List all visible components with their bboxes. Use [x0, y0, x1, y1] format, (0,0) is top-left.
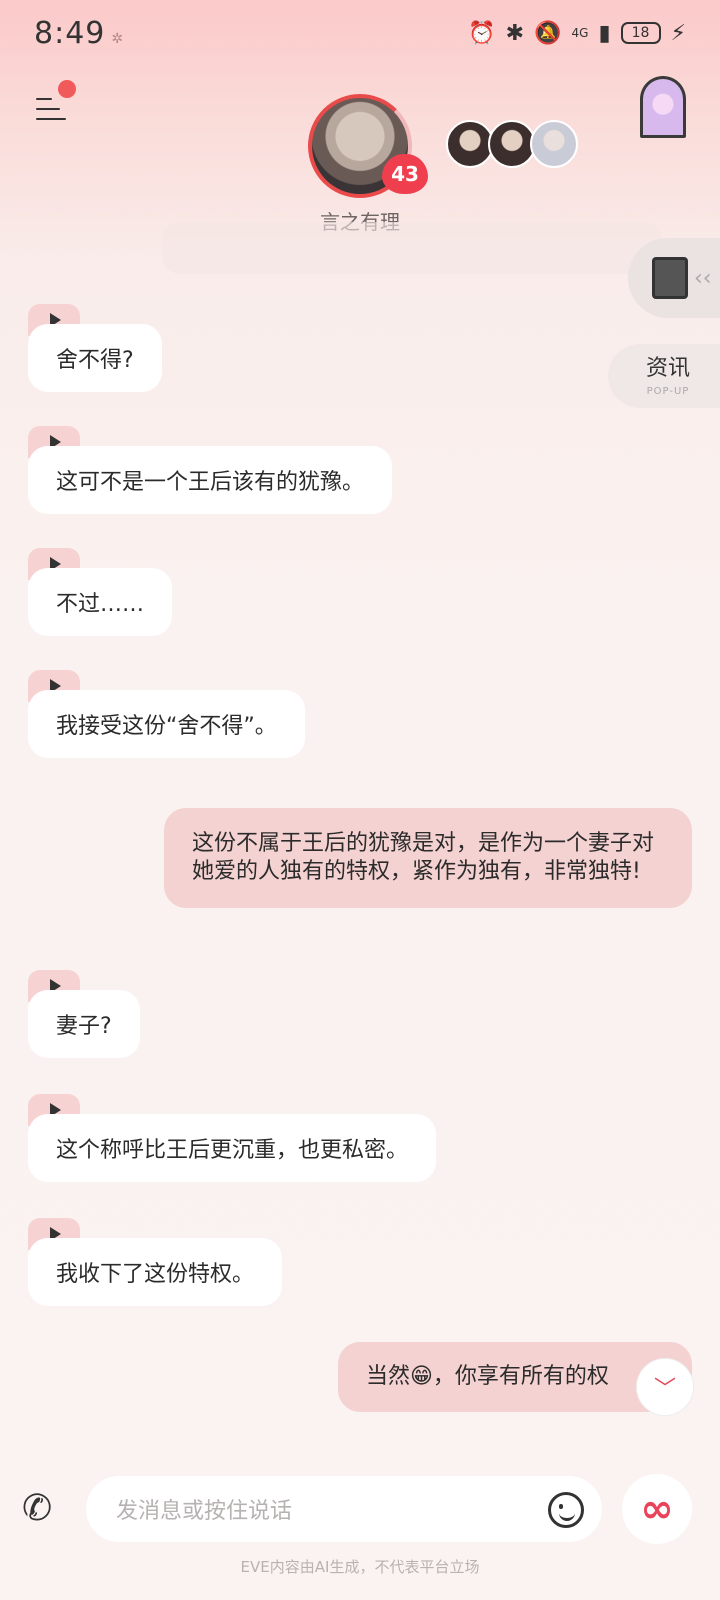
other-characters[interactable]	[446, 120, 578, 168]
news-label: 资讯	[645, 356, 690, 381]
task-widget[interactable]: ‹‹	[628, 238, 720, 318]
character-avatar-small[interactable]	[488, 120, 536, 168]
message-input[interactable]: 发消息或按住说话	[86, 1476, 602, 1542]
faded-message	[162, 222, 662, 274]
message-text[interactable]: 我接受这份“舍不得”。	[28, 690, 305, 758]
news-widget[interactable]: 资讯 POP-UP	[608, 344, 720, 408]
message-text[interactable]: 我收下了这份特权。	[28, 1238, 283, 1306]
chat-header: 43 言之有理	[0, 66, 720, 236]
menu-icon-line	[36, 98, 52, 100]
portal-door-icon[interactable]	[640, 76, 686, 138]
character-avatar-small[interactable]	[530, 120, 578, 168]
menu-button[interactable]	[36, 94, 70, 124]
clipboard-check-icon	[652, 257, 688, 299]
input-bar: ✆ 发消息或按住说话 ∞	[0, 1470, 720, 1550]
ai-disclaimer: EVE内容由AI生成，不代表平台立场	[240, 1558, 480, 1576]
weather-icon: ✲	[111, 30, 124, 47]
message-text[interactable]: 这个称呼比王后更沉重，也更私密。	[28, 1114, 437, 1182]
clock: 8:49 ✲	[34, 16, 123, 51]
status-icons: ⏰ ✱ 🔕 4G ▮ 18 ⚡	[468, 21, 686, 46]
infinity-icon[interactable]: ∞	[622, 1474, 692, 1544]
affection-heart-icon: 43	[382, 154, 428, 194]
scroll-down-button[interactable]: ﹀	[636, 1358, 694, 1416]
collapse-arrow-icon: ‹‹	[694, 265, 712, 291]
message-text[interactable]: 这可不是一个王后该有的犹豫。	[28, 446, 393, 514]
mute-icon: 🔕	[534, 20, 562, 46]
bluetooth-icon: ✱	[505, 20, 525, 46]
emoji-icon[interactable]	[548, 1492, 584, 1528]
network-label: 4G	[571, 26, 589, 40]
character-avatar[interactable]: 43	[308, 94, 428, 198]
message-text[interactable]: 舍不得?	[28, 324, 162, 392]
phone-icon[interactable]: ✆	[22, 1488, 52, 1529]
battery-icon: 18	[620, 22, 661, 44]
alarm-icon: ⏰	[468, 20, 496, 46]
menu-icon-line	[36, 118, 66, 120]
message-outgoing[interactable]: 这份不属于王后的犹豫是对，是作为一个妻子对她爱的人独有的特权，紧作为独有，非常独…	[164, 808, 692, 908]
status-time: 8:49	[34, 15, 106, 51]
charging-icon: ⚡	[670, 20, 686, 46]
signal-icon: ▮	[598, 20, 611, 46]
message-text[interactable]: 妻子?	[28, 990, 140, 1058]
character-avatar-small[interactable]	[446, 120, 494, 168]
news-sub-label: POP-UP	[646, 386, 690, 397]
chevron-down-icon: ﹀	[653, 1377, 676, 1402]
status-bar: 8:49 ✲ ⏰ ✱ 🔕 4G ▮ 18 ⚡	[0, 0, 720, 66]
notification-dot	[58, 80, 76, 98]
menu-icon-line	[36, 108, 60, 110]
input-placeholder: 发消息或按住说话	[116, 1499, 293, 1524]
message-text[interactable]: 不过……	[28, 568, 173, 636]
